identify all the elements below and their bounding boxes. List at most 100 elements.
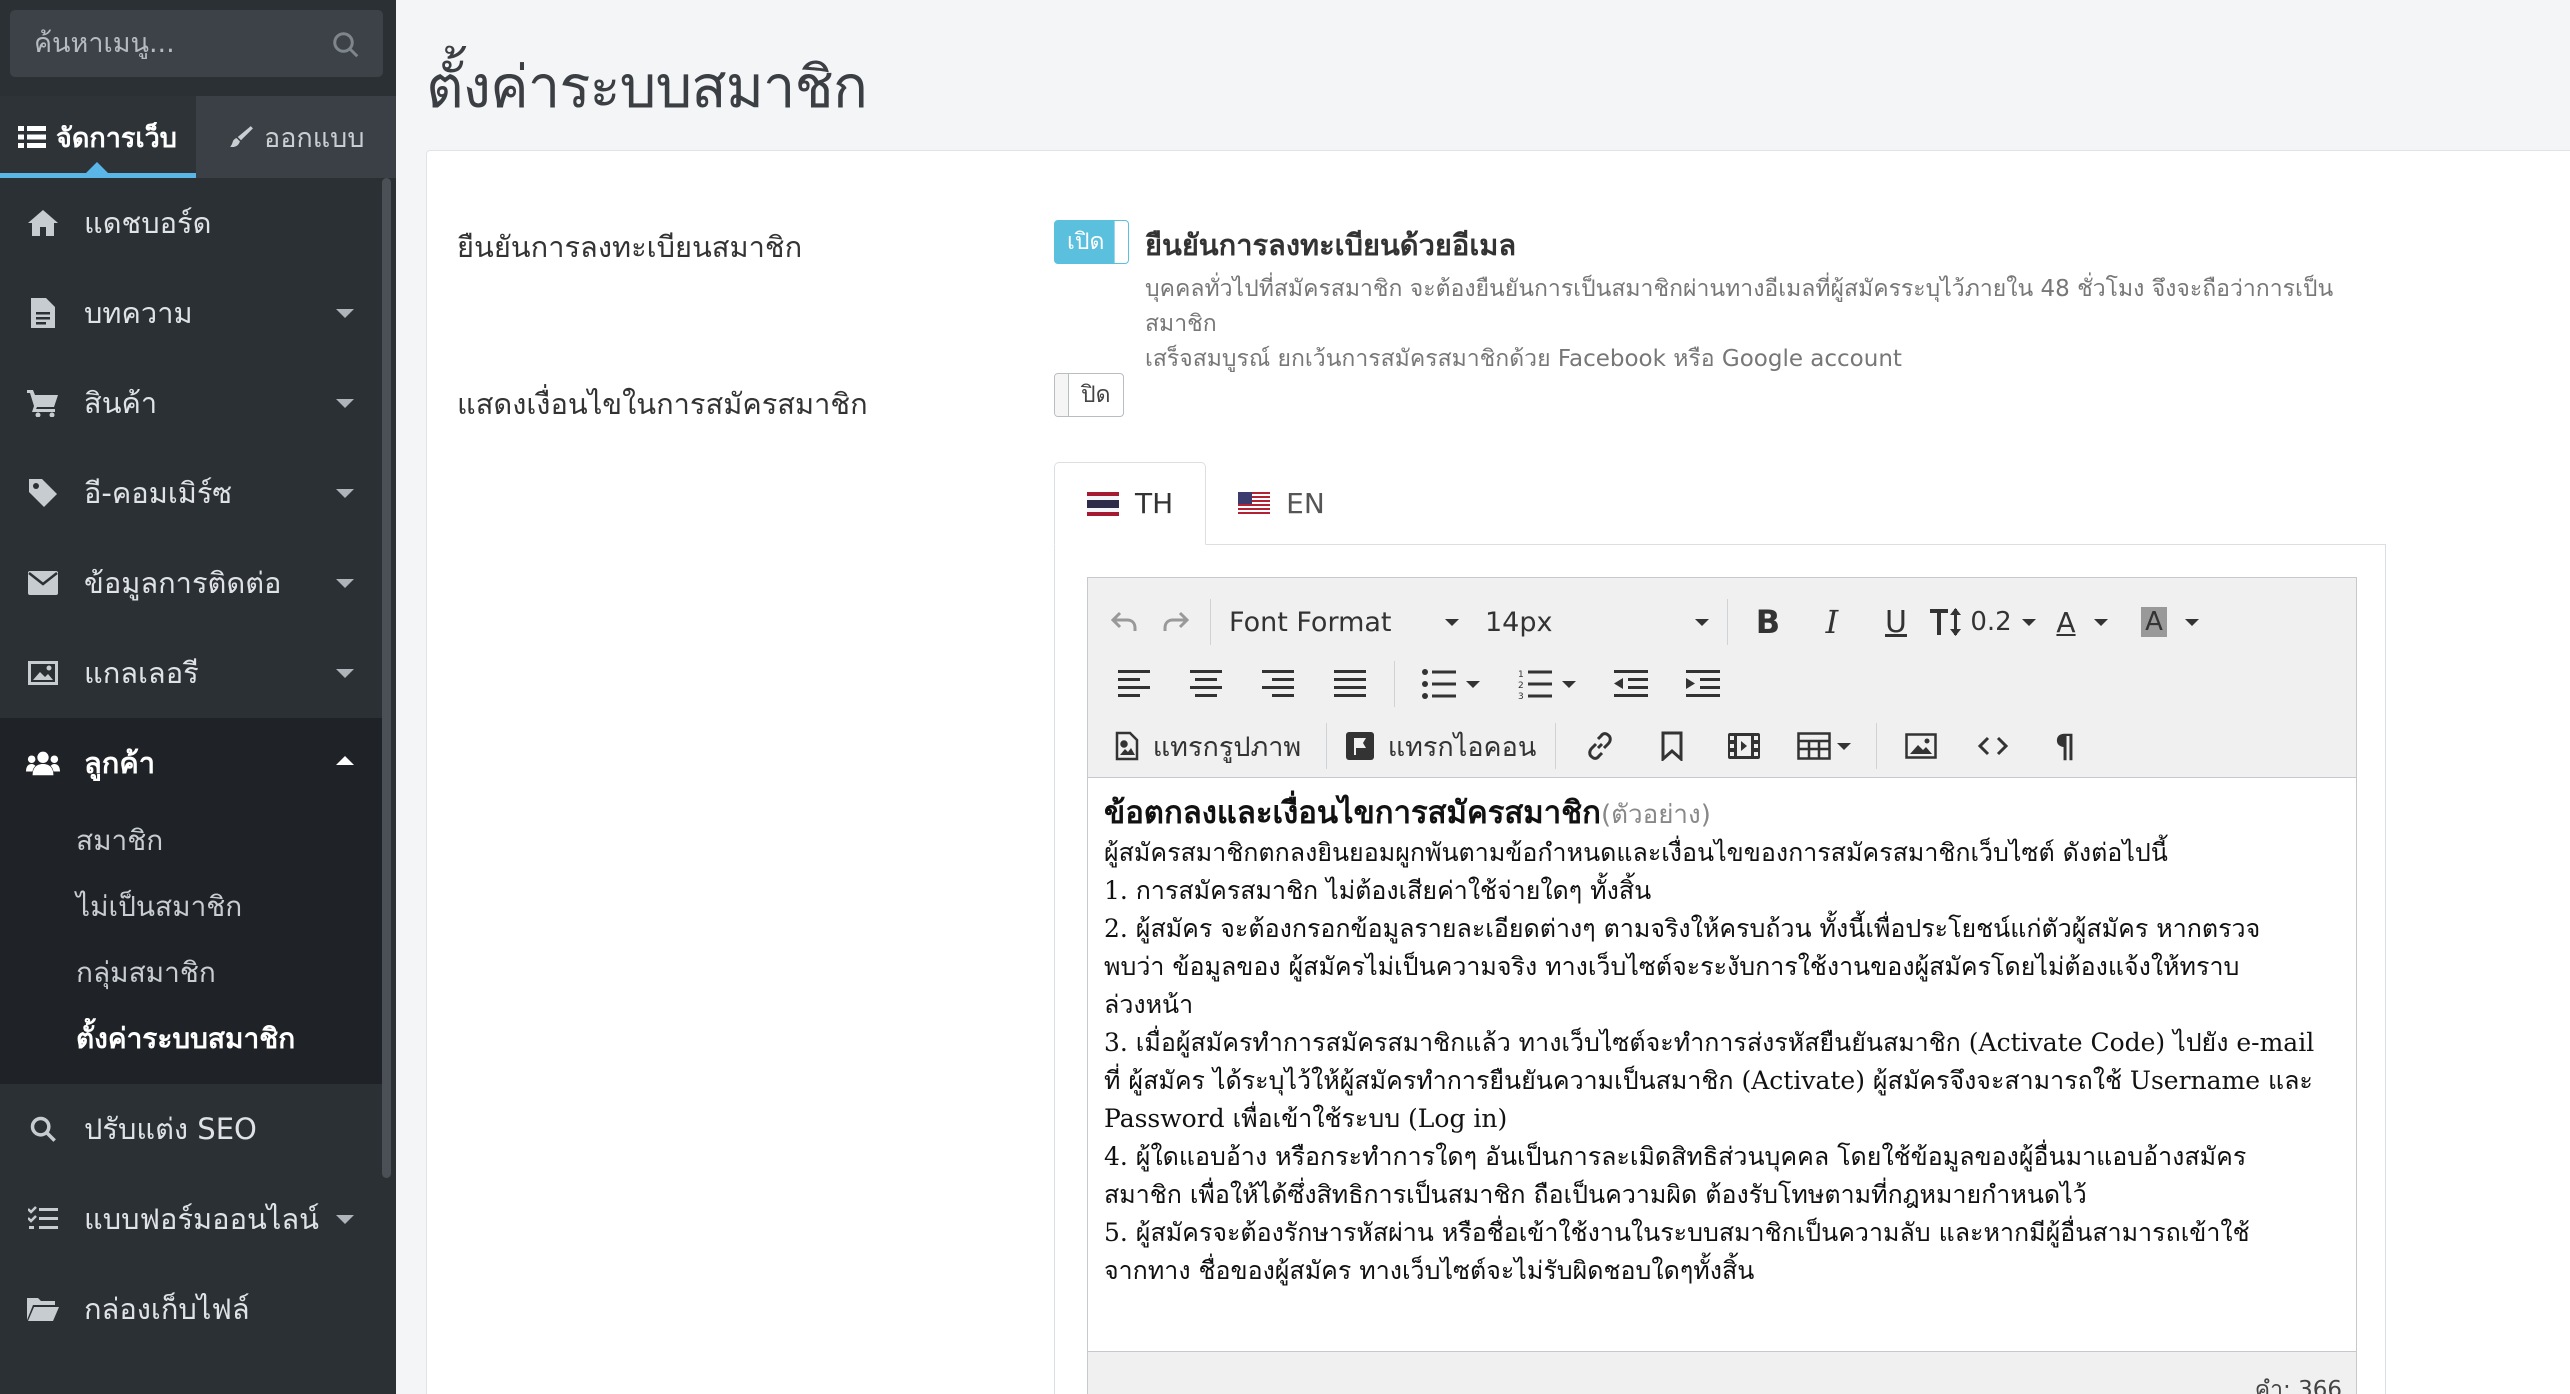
sidebar-item-dashboard[interactable]: แดชบอร์ด: [0, 178, 382, 268]
content-line: 5. ผู้สมัครจะต้องรักษารหัสผ่าน หรือชื่อเ…: [1104, 1218, 2250, 1247]
sidebar-subitem-member-settings[interactable]: ตั้งค่าระบบสมาชิก: [0, 1006, 382, 1072]
sidebar-scrollbar[interactable]: [382, 178, 391, 1178]
insert-media-button[interactable]: [1708, 719, 1780, 773]
insert-anchor-button[interactable]: [1636, 719, 1708, 773]
indent-button[interactable]: [1667, 657, 1739, 711]
sidebar-item-label: ลูกค้า: [84, 746, 156, 780]
sidebar-menu: แดชบอร์ด บทความ สินค้า อี-คอมเมิร์ซ ข้อม…: [0, 178, 382, 1354]
sidebar-item-gallery[interactable]: แกลเลอรี: [0, 628, 382, 718]
tab-manage-web[interactable]: จัดการเว็บ: [0, 96, 196, 178]
customers-submenu: สมาชิก ไม่เป็นสมาชิก กลุ่มสมาชิก ตั้งค่า…: [0, 808, 382, 1084]
show-terms-toggle[interactable]: ปิด: [1054, 373, 1124, 417]
brush-icon: [230, 126, 253, 148]
terms-heading-text: ข้อตกลงและเงื่อนไขการสมัครสมาชิก: [1104, 795, 1601, 831]
italic-icon: I: [1825, 603, 1839, 641]
font-size-value: 14px: [1485, 606, 1553, 638]
sidebar-item-online-forms[interactable]: แบบฟอร์มออนไลน์: [0, 1174, 382, 1264]
redo-button[interactable]: [1150, 595, 1202, 649]
sidebar-item-ecommerce[interactable]: อี-คอมเมิร์ซ: [0, 448, 382, 538]
insert-link-button[interactable]: [1564, 719, 1636, 773]
underline-button[interactable]: U: [1864, 595, 1928, 649]
sidebar-item-label: ปรับแต่ง SEO: [84, 1112, 257, 1146]
chevron-down-icon: [1837, 742, 1851, 750]
sidebar-item-label: แดชบอร์ด: [84, 206, 212, 240]
file-image-icon: [1115, 731, 1139, 761]
us-flag-icon: [1238, 491, 1271, 516]
line-height-value: 0.2: [1970, 607, 2012, 637]
content-line: ล่วงหน้า: [1104, 990, 1194, 1019]
bold-button[interactable]: B: [1736, 595, 1800, 649]
align-justify-button[interactable]: [1314, 657, 1386, 711]
tab-th[interactable]: TH: [1054, 462, 1207, 545]
align-justify-icon: [1334, 670, 1366, 697]
indent-icon: [1686, 670, 1720, 697]
sidebar-subitem-non-members[interactable]: ไม่เป็นสมาชิก: [0, 874, 382, 940]
insert-icon-button[interactable]: แทรกไอคอน: [1335, 719, 1547, 773]
align-right-button[interactable]: [1242, 657, 1314, 711]
svg-text:2: 2: [1518, 681, 1524, 691]
align-center-button[interactable]: [1170, 657, 1242, 711]
content-line: ผู้สมัครสมาชิกตกลงยินยอมผูกพันตามข้อกำหน…: [1104, 838, 2168, 867]
background-color-button[interactable]: A: [2126, 595, 2214, 649]
content-line: 1. การสมัครสมาชิก ไม่ต้องเสียค่าใช้จ่ายใ…: [1104, 876, 1652, 905]
bullet-list-button[interactable]: [1403, 657, 1499, 711]
sidebar-item-products[interactable]: สินค้า: [0, 358, 382, 448]
show-blocks-button[interactable]: ¶: [2029, 719, 2101, 773]
numbered-list-button[interactable]: 123: [1499, 657, 1595, 711]
editor-statusbar: คำ: 366: [1088, 1351, 2356, 1394]
editor-toolbar: Font Format 14px B I U 0.2 A A 123 แทรกร…: [1088, 578, 2356, 778]
undo-button[interactable]: [1098, 595, 1150, 649]
word-count: คำ: 366: [2254, 1377, 2342, 1394]
bookmark-icon: [1661, 731, 1683, 761]
text-color-button[interactable]: A: [2038, 595, 2126, 649]
page-title: ตั้งค่าระบบสมาชิก: [426, 53, 868, 121]
description-line: เสร็จสมบูรณ์ ยกเว้นการสมัครสมาชิกด้วย Fa…: [1145, 346, 1902, 372]
sidebar-item-customers[interactable]: ลูกค้า: [0, 718, 382, 808]
chevron-down-icon: [336, 399, 354, 408]
sidebar-item-file-box[interactable]: กล่องเก็บไฟล์: [0, 1264, 382, 1354]
chevron-down-icon: [2021, 618, 2036, 626]
tab-design[interactable]: ออกแบบ: [196, 96, 364, 178]
sidebar-subitem-members[interactable]: สมาชิก: [0, 808, 382, 874]
toggle-knob: [1114, 221, 1129, 263]
insert-image-button[interactable]: แทรกรูปภาพ: [1098, 719, 1318, 773]
verify-registration-toggle[interactable]: เปิด: [1054, 220, 1130, 264]
italic-button[interactable]: I: [1800, 595, 1864, 649]
search-icon[interactable]: [331, 30, 361, 60]
font-size-select[interactable]: 14px: [1469, 595, 1719, 649]
chevron-down-icon: [336, 1215, 354, 1224]
tab-en[interactable]: EN: [1206, 462, 1357, 545]
image-manager-button[interactable]: [1885, 719, 1957, 773]
insert-table-button[interactable]: [1780, 719, 1868, 773]
sidebar-subitem-member-groups[interactable]: กลุ่มสมาชิก: [0, 940, 382, 1006]
show-terms-label: แสดงเงื่อนไขในการสมัครสมาชิก: [457, 387, 868, 421]
sidebar-item-contact[interactable]: ข้อมูลการติดต่อ: [0, 538, 382, 628]
underline-icon: U: [1885, 604, 1907, 640]
home-icon: [26, 206, 60, 240]
toggle-label: ปิด: [1081, 382, 1111, 408]
content-line: สมาชิก เพื่อให้ได้ซึ่งสิทธิการเป็นสมาชิก…: [1104, 1180, 2087, 1209]
align-left-button[interactable]: [1098, 657, 1170, 711]
svg-text:3: 3: [1518, 692, 1524, 699]
list-check-icon: [26, 1202, 60, 1236]
content-line: Password เพื่อเข้าใช้ระบบ (Log in): [1104, 1104, 1508, 1133]
folder-icon: [26, 1292, 60, 1326]
font-format-select[interactable]: Font Format: [1219, 595, 1469, 649]
sidebar-item-articles[interactable]: บทความ: [0, 268, 382, 358]
undo-icon: [1111, 611, 1137, 631]
rich-text-editor: Font Format 14px B I U 0.2 A A 123 แทรกร…: [1087, 577, 2357, 1394]
sidebar-top-tabs: จัดการเว็บ ออกแบบ: [0, 96, 396, 178]
film-icon: [1728, 733, 1760, 759]
search-icon: [26, 1112, 60, 1146]
line-height-select[interactable]: 0.2: [1928, 595, 2038, 649]
editor-content[interactable]: ข้อตกลงและเงื่อนไขการสมัครสมาชิก(ตัวอย่า…: [1088, 778, 2356, 1306]
source-code-button[interactable]: [1957, 719, 2029, 773]
sidebar-item-label: ข้อมูลการติดต่อ: [84, 566, 282, 600]
align-right-icon: [1262, 670, 1294, 697]
sidebar-item-seo[interactable]: ปรับแต่ง SEO: [0, 1084, 382, 1174]
outdent-button[interactable]: [1595, 657, 1667, 711]
menu-search-input[interactable]: [10, 10, 383, 77]
content-line: 3. เมื่อผู้สมัครทำการสมัครสมาชิกแล้ว ทาง…: [1104, 1028, 2315, 1057]
chevron-up-icon: [336, 756, 354, 765]
font-format-value: Font Format: [1229, 606, 1392, 638]
